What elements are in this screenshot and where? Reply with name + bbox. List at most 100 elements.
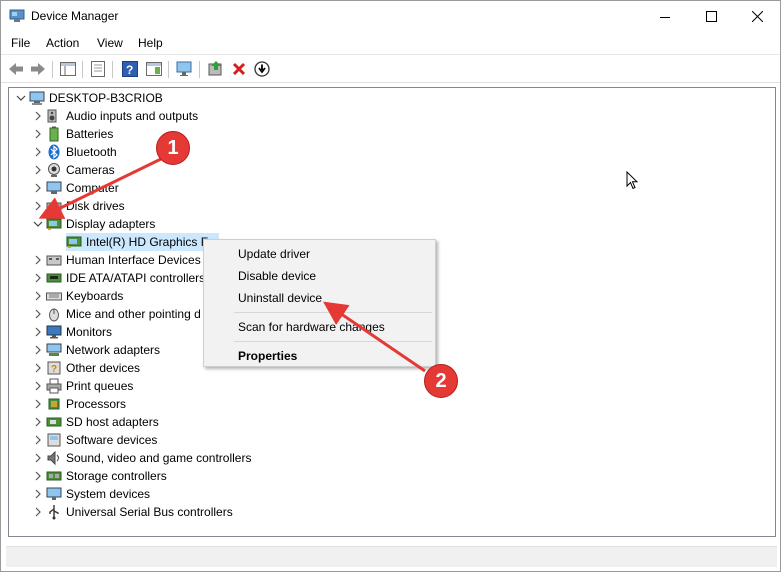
- chevron-right-icon[interactable]: [30, 413, 46, 431]
- chevron-right-icon[interactable]: [30, 305, 46, 323]
- tree-category[interactable]: SD host adapters: [30, 413, 159, 431]
- tree-category[interactable]: Processors: [30, 395, 126, 413]
- status-bar: [6, 546, 777, 567]
- tree-category[interactable]: Network adapters: [30, 341, 160, 359]
- chevron-right-icon[interactable]: [30, 269, 46, 287]
- tree-item-body: Disk drives: [46, 197, 125, 215]
- tree-category[interactable]: Bluetooth: [30, 143, 117, 161]
- tree-item-label: Software devices: [66, 433, 158, 447]
- tree-item-label: Cameras: [66, 163, 115, 177]
- chevron-right-icon[interactable]: [30, 323, 46, 341]
- keyboard-icon: [46, 288, 62, 304]
- tree-item-label: DESKTOP-B3CRIOB: [49, 91, 163, 105]
- enable-device-icon[interactable]: [252, 59, 272, 79]
- tree-item-label: Mice and other pointing d: [66, 307, 201, 321]
- menu-action[interactable]: Action: [46, 36, 79, 50]
- chevron-right-icon[interactable]: [30, 179, 46, 197]
- tree-item-label: Bluetooth: [66, 145, 117, 159]
- tree-category[interactable]: Computer: [30, 179, 119, 197]
- tree-item-label: Audio inputs and outputs: [66, 109, 199, 123]
- tree-category[interactable]: Disk drives: [30, 197, 125, 215]
- chevron-right-icon[interactable]: [30, 395, 46, 413]
- menu-bar: File Action View Help: [1, 32, 780, 54]
- tree-category[interactable]: Storage controllers: [30, 467, 167, 485]
- forward-icon[interactable]: [28, 59, 48, 79]
- tree-item-label: Keyboards: [66, 289, 124, 303]
- show-hide-console-tree-icon[interactable]: [58, 59, 78, 79]
- mouse-cursor-icon: [626, 170, 640, 194]
- tree-item-body: Print queues: [46, 377, 133, 395]
- chevron-right-icon[interactable]: [30, 197, 46, 215]
- menu-scan-hardware-changes[interactable]: Scan for hardware changes: [238, 320, 385, 334]
- tree-item-body: Processors: [46, 395, 126, 413]
- title-bar: Device Manager: [1, 1, 780, 32]
- chevron-right-icon[interactable]: [30, 161, 46, 179]
- tree-category[interactable]: IDE ATA/ATAPI controllers: [30, 269, 205, 287]
- speaker-icon: [46, 108, 62, 124]
- close-button[interactable]: [734, 1, 780, 32]
- tree-category[interactable]: Cameras: [30, 161, 115, 179]
- menu-update-driver[interactable]: Update driver: [238, 247, 310, 261]
- chevron-right-icon[interactable]: [30, 125, 46, 143]
- tree-category[interactable]: Universal Serial Bus controllers: [30, 503, 233, 521]
- minimize-button[interactable]: [642, 1, 688, 32]
- menu-help[interactable]: Help: [138, 36, 163, 50]
- chevron-right-icon[interactable]: [30, 341, 46, 359]
- tree-device-item[interactable]: Intel(R) HD Graphics Fa: [66, 233, 219, 251]
- tree-item-label: Sound, video and game controllers: [66, 451, 252, 465]
- menu-uninstall-device[interactable]: Uninstall device: [238, 291, 322, 305]
- tree-item-body: Human Interface Devices: [46, 251, 201, 269]
- uninstall-device-icon[interactable]: [229, 59, 249, 79]
- chevron-right-icon[interactable]: [30, 287, 46, 305]
- chevron-right-icon[interactable]: [30, 107, 46, 125]
- disk-drive-icon: [46, 198, 62, 214]
- tree-category[interactable]: ? Other devices: [30, 359, 140, 377]
- chevron-right-icon[interactable]: [30, 467, 46, 485]
- chevron-right-icon[interactable]: [30, 431, 46, 449]
- menu-disable-device[interactable]: Disable device: [238, 269, 316, 283]
- tree-category[interactable]: Sound, video and game controllers: [30, 449, 251, 467]
- ide-controller-icon: [46, 270, 62, 286]
- chevron-right-icon[interactable]: [30, 143, 46, 161]
- chevron-down-icon[interactable]: [30, 215, 46, 233]
- tree-item-label: System devices: [66, 487, 151, 501]
- tree-item-label: SD host adapters: [66, 415, 159, 429]
- tree-category[interactable]: Print queues: [30, 377, 133, 395]
- action-pane-icon[interactable]: [144, 59, 164, 79]
- chevron-down-icon[interactable]: [13, 89, 29, 107]
- chevron-right-icon[interactable]: [30, 251, 46, 269]
- tree-category[interactable]: Batteries: [30, 125, 113, 143]
- tree-category[interactable]: Human Interface Devices: [30, 251, 201, 269]
- tree-category[interactable]: Mice and other pointing d: [30, 305, 201, 323]
- tree-category[interactable]: Software devices: [30, 431, 157, 449]
- chevron-right-icon[interactable]: [30, 449, 46, 467]
- menu-properties[interactable]: Properties: [238, 349, 297, 363]
- update-driver-icon[interactable]: [206, 59, 226, 79]
- maximize-button[interactable]: [688, 1, 734, 32]
- chevron-right-icon[interactable]: [30, 503, 46, 521]
- processor-icon: [46, 396, 62, 412]
- tree-item-body: Keyboards: [46, 287, 123, 305]
- help-icon[interactable]: ?: [120, 59, 140, 79]
- chevron-right-icon[interactable]: [30, 377, 46, 395]
- svg-text:?: ?: [126, 63, 133, 77]
- tree-category[interactable]: Display adapters: [30, 215, 155, 233]
- tree-category[interactable]: Monitors: [30, 323, 112, 341]
- back-icon[interactable]: [6, 59, 26, 79]
- tree-category[interactable]: Keyboards: [30, 287, 123, 305]
- tree-category[interactable]: System devices: [30, 485, 150, 503]
- tree-item-body: SD host adapters: [46, 413, 159, 431]
- tree-category[interactable]: Audio inputs and outputs: [30, 107, 198, 125]
- chevron-right-icon[interactable]: [30, 359, 46, 377]
- system-device-icon: [46, 486, 62, 502]
- selected-item-highlight: Intel(R) HD Graphics Fa: [66, 233, 219, 251]
- toolbar: ?: [1, 54, 780, 83]
- chevron-right-icon[interactable]: [30, 485, 46, 503]
- storage-controller-icon: [46, 468, 62, 484]
- menu-file[interactable]: File: [11, 36, 30, 50]
- menu-view[interactable]: View: [97, 36, 123, 50]
- tree-item-label: Display adapters: [66, 217, 156, 231]
- scan-hardware-changes-icon[interactable]: [175, 59, 195, 79]
- properties-sheet-icon[interactable]: [88, 59, 108, 79]
- tree-root-computer[interactable]: DESKTOP-B3CRIOB: [13, 89, 163, 107]
